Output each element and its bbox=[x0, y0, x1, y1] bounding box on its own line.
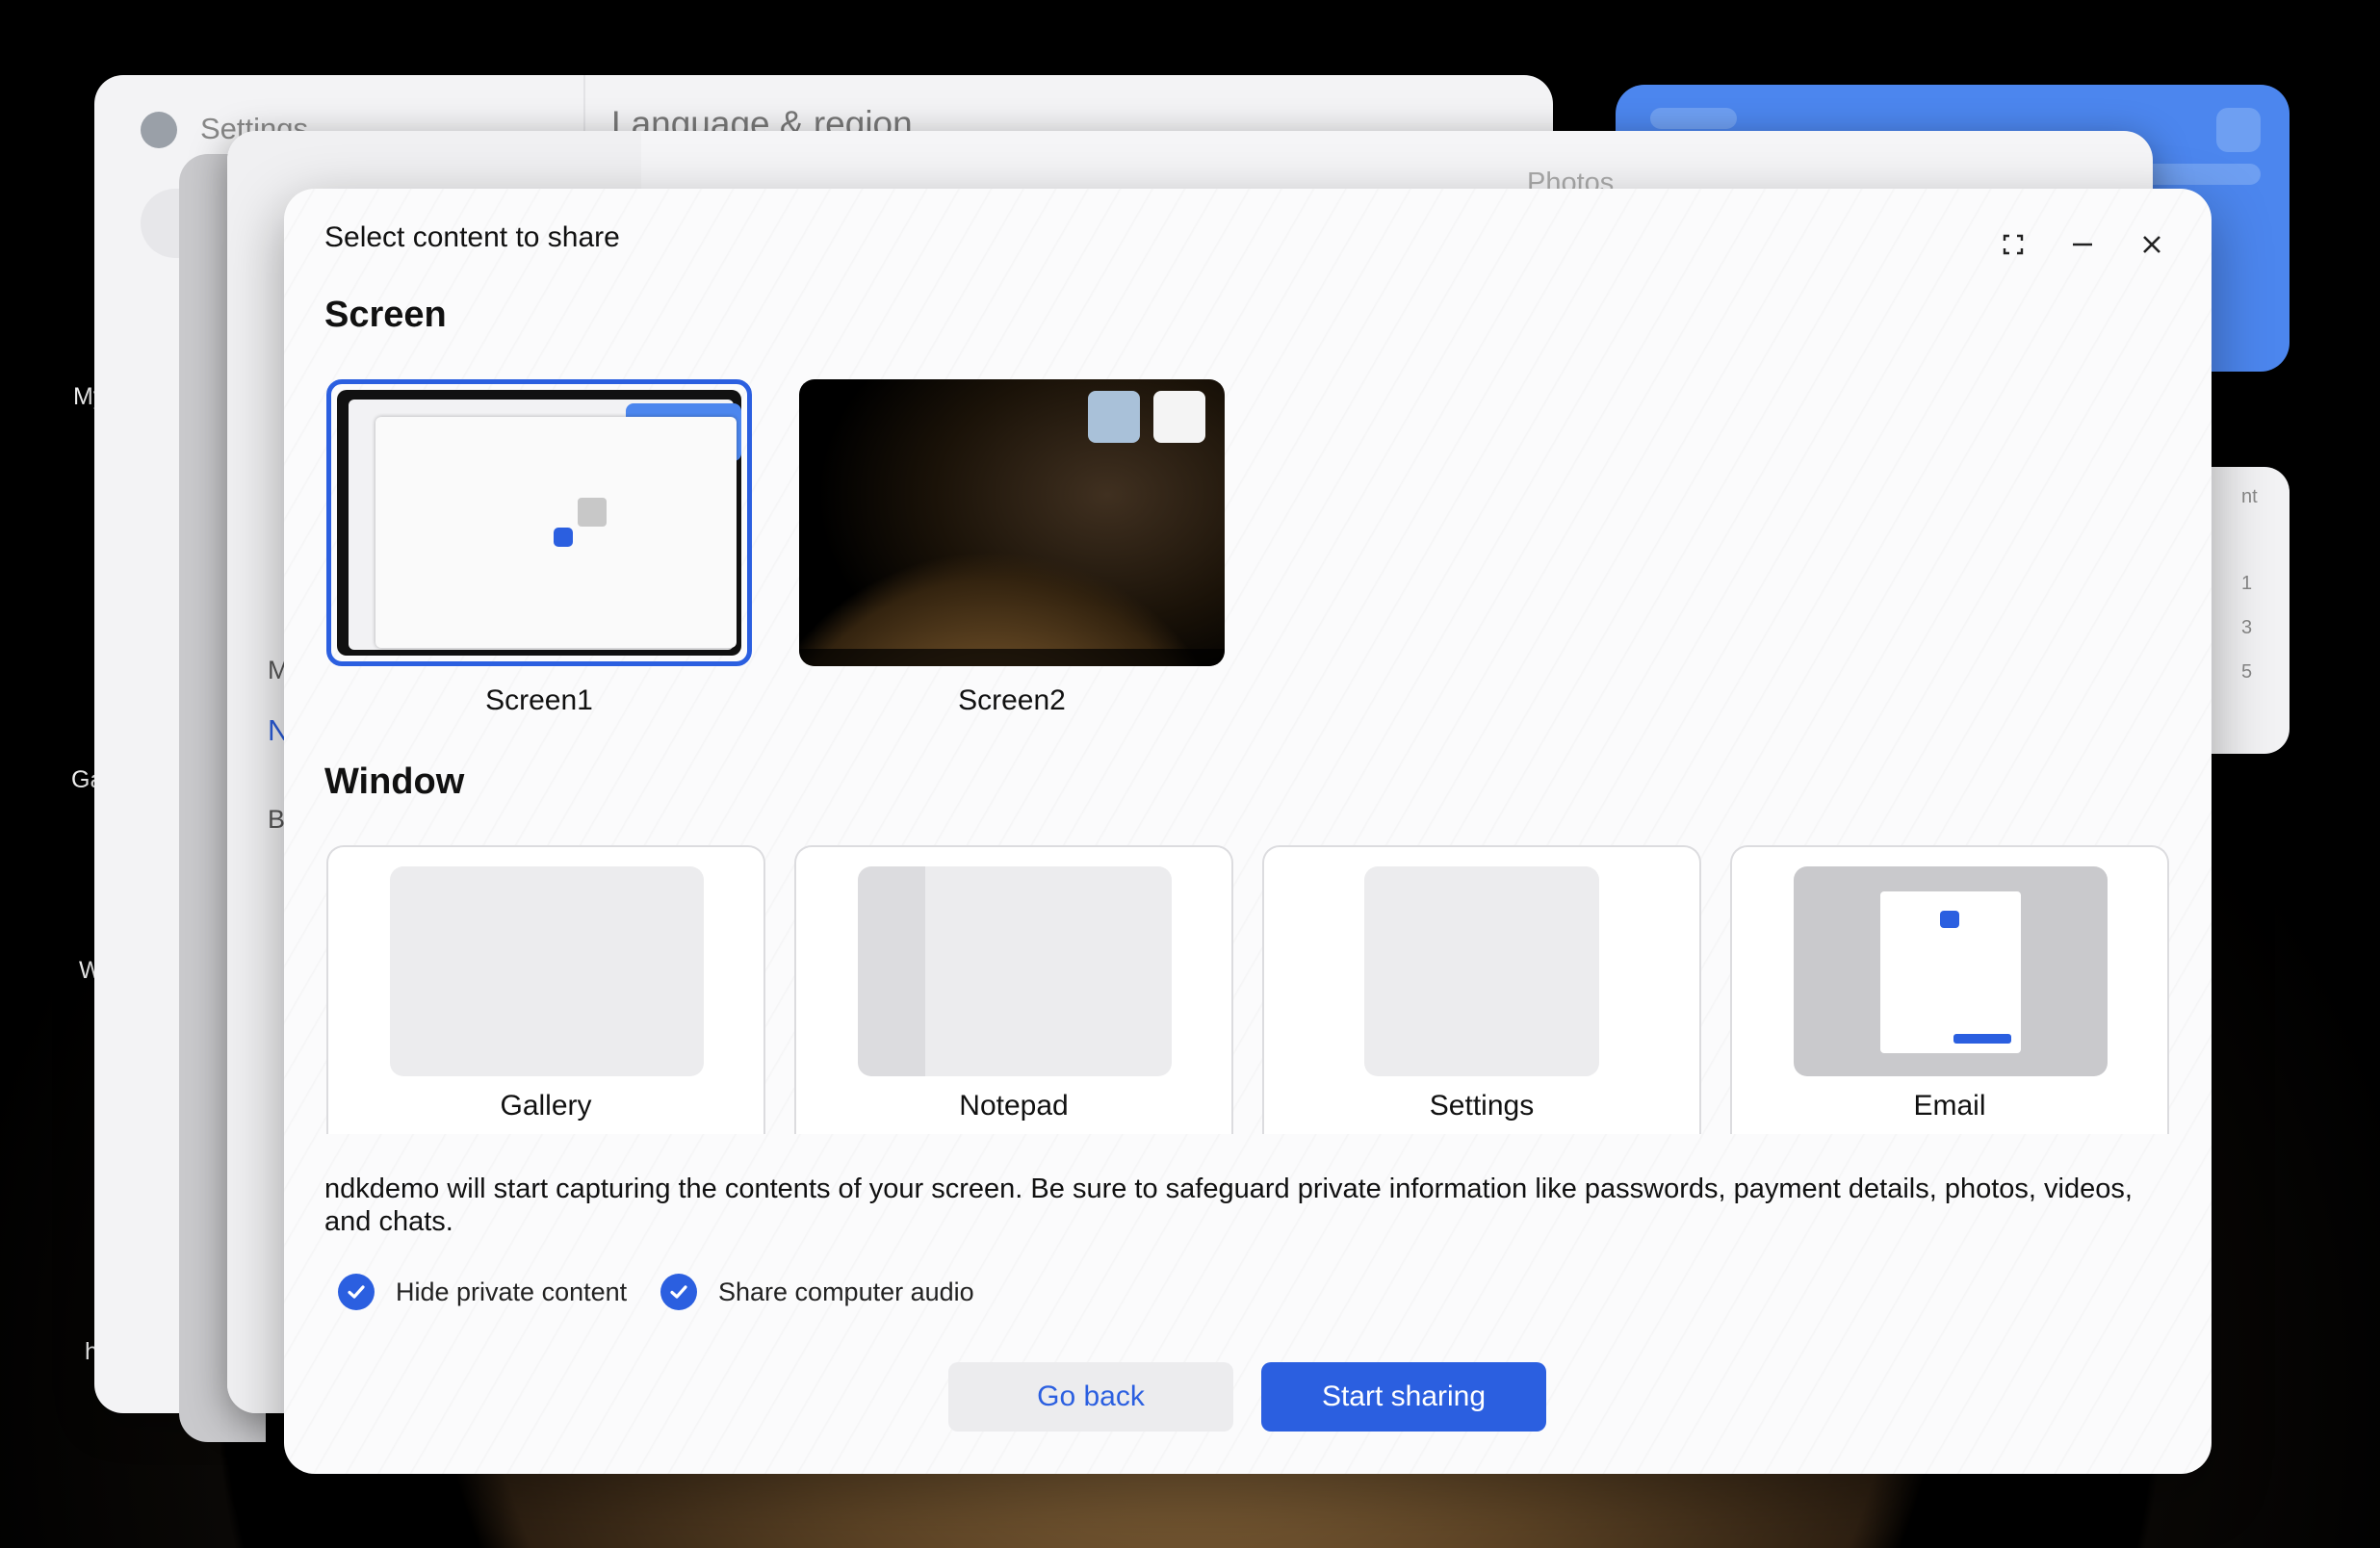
share-audio-checkbox[interactable]: Share computer audio bbox=[660, 1274, 974, 1310]
window-label: Notepad bbox=[959, 1090, 1069, 1122]
share-content-dialog: Select content to share Screen Screen1 S… bbox=[284, 189, 2212, 1474]
checkmark-icon bbox=[660, 1274, 697, 1310]
go-back-button[interactable]: Go back bbox=[948, 1362, 1233, 1432]
screen1-label: Screen1 bbox=[485, 684, 593, 716]
checkbox-label: Share computer audio bbox=[718, 1277, 974, 1306]
minimize-icon[interactable] bbox=[2063, 225, 2102, 264]
side-panel-text: nt bbox=[2241, 486, 2258, 507]
window-section-heading: Window bbox=[324, 761, 465, 802]
placeholder-bar bbox=[1650, 108, 1737, 129]
notepad-window-preview bbox=[858, 866, 1172, 1076]
placeholder-icon bbox=[2216, 108, 2261, 152]
checkbox-label: Hide private content bbox=[396, 1277, 628, 1306]
window-label: Gallery bbox=[500, 1090, 592, 1122]
close-icon[interactable] bbox=[2133, 225, 2171, 264]
screen-option-1[interactable] bbox=[326, 379, 752, 666]
preview-widget bbox=[1153, 391, 1205, 443]
preview-image bbox=[578, 498, 607, 527]
window-option-gallery[interactable]: Gallery bbox=[326, 845, 765, 1134]
window-option-settings[interactable]: Settings bbox=[1262, 845, 1701, 1134]
preview-app-icon bbox=[554, 528, 573, 547]
window-option-email[interactable]: Email bbox=[1730, 845, 2169, 1134]
maximize-icon[interactable] bbox=[1994, 225, 2032, 264]
email-dialog-preview bbox=[1880, 891, 2021, 1053]
gallery-window-preview bbox=[390, 866, 704, 1076]
preview-widget bbox=[1088, 391, 1140, 443]
screen2-preview bbox=[799, 379, 1225, 666]
side-panel-text: 3 bbox=[2241, 617, 2253, 638]
email-window-preview bbox=[1794, 866, 2108, 1076]
start-sharing-button[interactable]: Start sharing bbox=[1261, 1362, 1546, 1432]
checkmark-icon bbox=[338, 1274, 375, 1310]
side-panel-text: 5 bbox=[2241, 661, 2253, 683]
hide-private-content-checkbox[interactable]: Hide private content bbox=[338, 1274, 627, 1310]
window-label: Settings bbox=[1429, 1090, 1535, 1122]
preview-dock bbox=[799, 649, 1225, 666]
email-app-icon bbox=[1940, 911, 1959, 928]
screen2-label: Screen2 bbox=[958, 684, 1066, 716]
email-preview-button bbox=[1953, 1034, 2011, 1044]
screen-section-heading: Screen bbox=[324, 295, 447, 335]
settings-window-preview bbox=[1364, 866, 1599, 1076]
settings-gear-icon bbox=[141, 112, 177, 148]
privacy-notice: ndkdemo will start capturing the content… bbox=[324, 1174, 2133, 1237]
side-panel-text: 1 bbox=[2241, 573, 2253, 594]
screen-option-2[interactable] bbox=[799, 379, 1225, 666]
gallery-nav-label: B bbox=[268, 805, 286, 834]
dialog-title: Select content to share bbox=[324, 221, 620, 253]
window-option-notepad[interactable]: Notepad bbox=[794, 845, 1233, 1134]
window-label: Email bbox=[1913, 1090, 1986, 1122]
screen1-preview bbox=[337, 390, 741, 656]
